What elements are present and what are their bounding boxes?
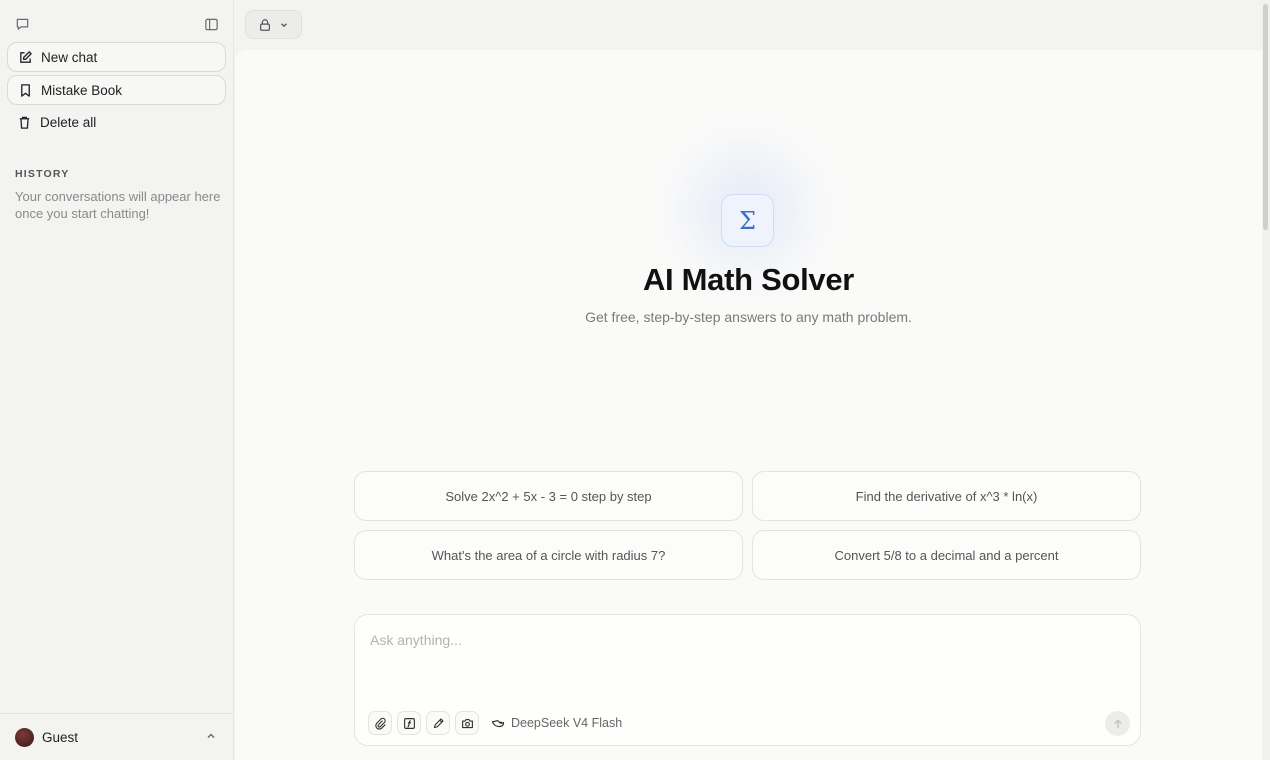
suggestion-card[interactable]: What's the area of a circle with radius … [354,530,743,580]
message-composer: DeepSeek V4 Flash [354,614,1141,746]
sidebar: New chat Mistake Book Delete all HISTORY… [0,0,234,760]
history-empty-message: Your conversations will appear here once… [15,189,221,221]
history-heading: HISTORY [15,168,70,180]
pencil-icon[interactable] [426,711,450,735]
chat-bubble-icon[interactable] [10,12,34,36]
send-button[interactable] [1105,711,1130,736]
arrow-up-icon [1113,718,1122,728]
paperclip-icon[interactable] [368,711,392,735]
chevron-up-icon [205,729,217,747]
scrollbar-thumb[interactable] [1263,4,1268,230]
suggestion-card[interactable]: Find the derivative of x^3 * ln(x) [752,471,1141,521]
avatar [15,727,34,747]
model-name: DeepSeek V4 Flash [511,716,623,730]
sidebar-top-bar [0,0,234,40]
delete-all-button[interactable]: Delete all [7,107,226,137]
access-dropdown-button[interactable] [245,10,302,39]
trash-icon [19,116,30,129]
model-selector[interactable]: DeepSeek V4 Flash [491,711,622,735]
page-subtitle: Get free, step-by-step answers to any ma… [585,309,912,325]
deepseek-whale-icon [491,720,505,728]
mistake-book-label: Mistake Book [41,82,123,98]
new-chat-button[interactable]: New chat [7,42,226,72]
lock-icon [260,18,270,31]
chat-input[interactable] [370,629,1110,651]
edit-icon [20,50,32,63]
user-name: Guest [42,729,79,745]
user-menu[interactable]: Guest [0,713,234,760]
main-panel: Σ AI Math Solver Get free, step-by-step … [235,50,1262,760]
camera-icon[interactable] [455,711,479,735]
suggestion-card[interactable]: Convert 5/8 to a decimal and a percent [752,530,1141,580]
delete-all-label: Delete all [40,114,97,130]
bookmark-icon [21,83,30,97]
new-chat-label: New chat [41,49,98,65]
sidebar-toggle-icon[interactable] [199,12,223,36]
chevron-down-icon [281,22,287,27]
page-title: AI Math Solver [642,262,855,297]
formula-icon[interactable] [397,711,421,735]
suggestion-card[interactable]: Solve 2x^2 + 5x - 3 = 0 step by step [354,471,743,521]
mistake-book-button[interactable]: Mistake Book [7,75,226,105]
sigma-icon: Σ [721,194,774,247]
